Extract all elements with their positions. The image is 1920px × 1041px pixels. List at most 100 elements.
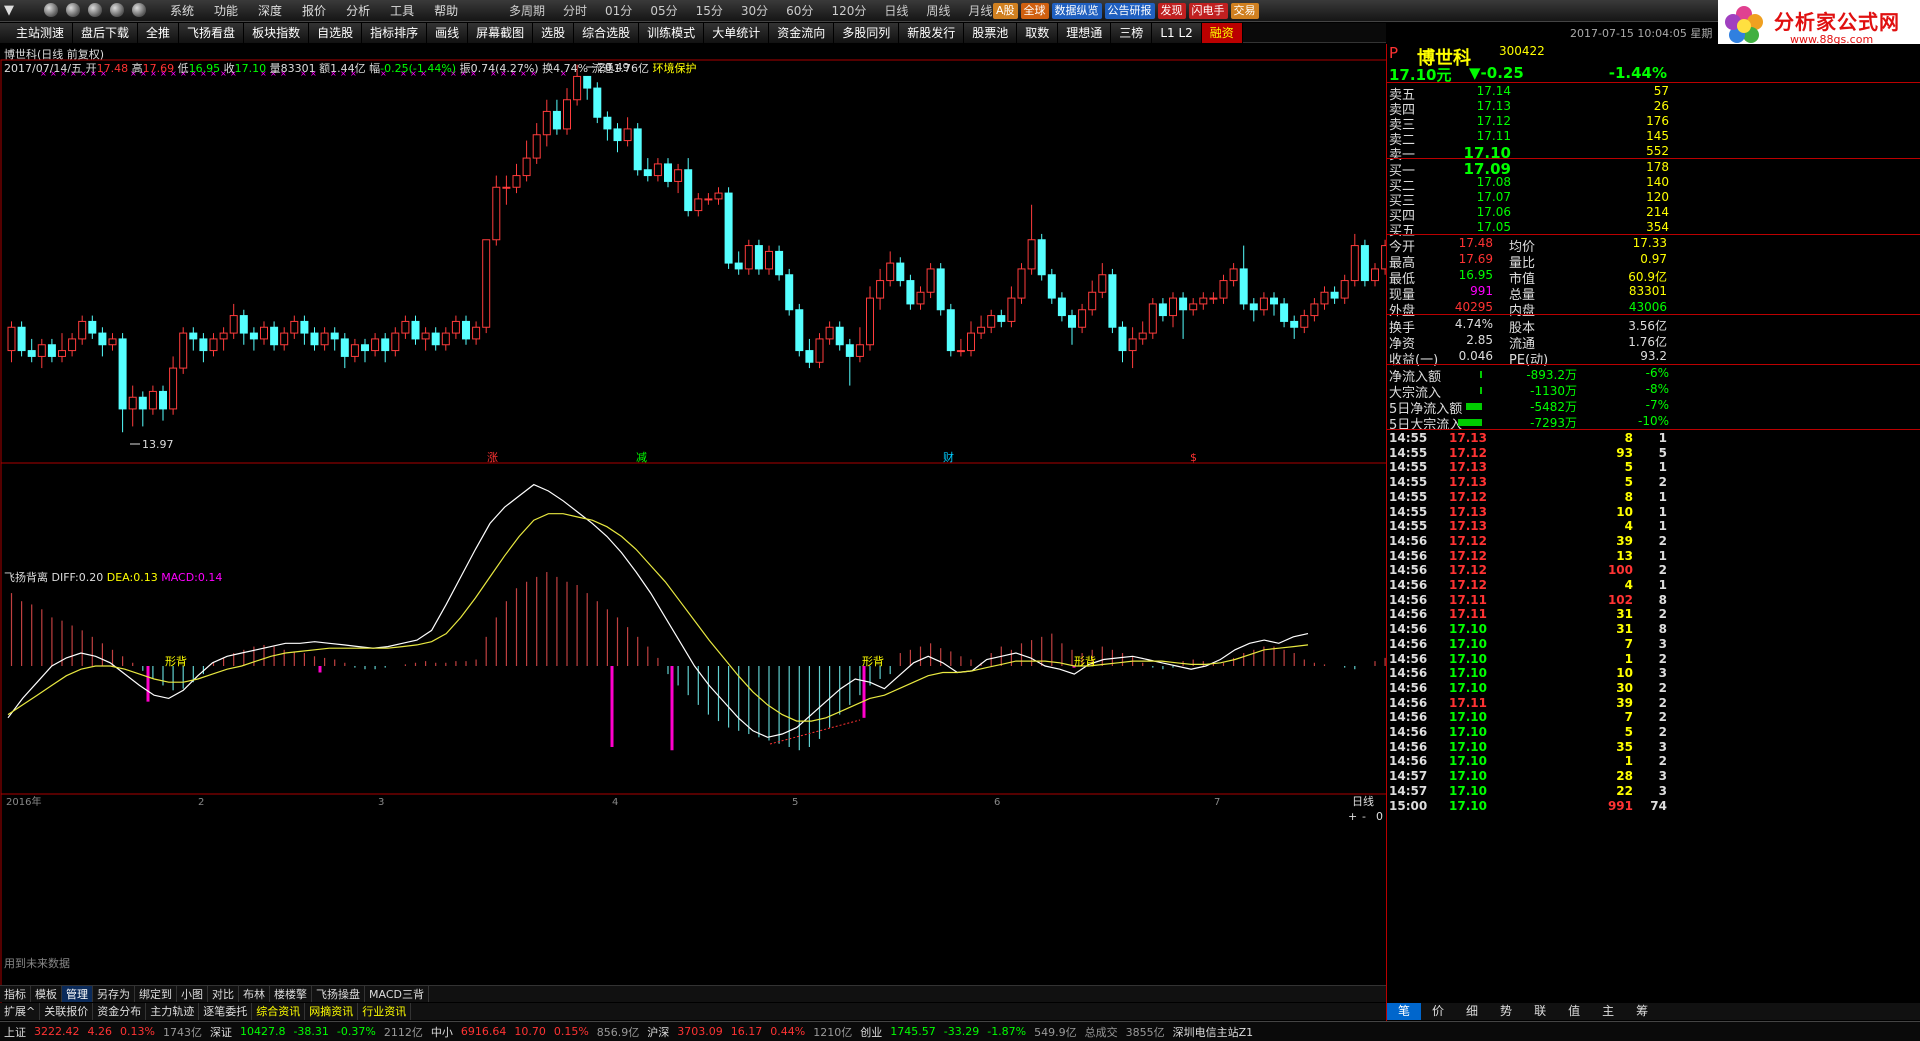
toolbar-button[interactable]: 训练模式 bbox=[639, 23, 705, 43]
window-button[interactable] bbox=[66, 3, 80, 17]
menu-item[interactable]: 帮助 bbox=[424, 0, 468, 22]
toolbar-button[interactable]: 大单统计 bbox=[704, 23, 770, 43]
zoom-button[interactable]: + bbox=[1348, 810, 1357, 823]
toolbar-button[interactable]: 自选股 bbox=[309, 23, 363, 43]
period-item[interactable]: 30分 bbox=[732, 0, 777, 22]
period-item[interactable]: 周线 bbox=[917, 0, 959, 22]
period-label[interactable]: 日线 bbox=[1352, 794, 1374, 808]
feature-button[interactable]: A股 bbox=[993, 3, 1018, 19]
indicator-tab[interactable]: 绑定到 bbox=[135, 986, 177, 1002]
right-panel-tab[interactable]: 主 bbox=[1591, 1003, 1625, 1020]
right-panel-tab[interactable]: 筹 bbox=[1625, 1003, 1659, 1020]
zx-index-label[interactable]: 中小 bbox=[427, 1024, 457, 1040]
toolbar-button[interactable]: 指标排序 bbox=[362, 23, 428, 43]
menu-item[interactable]: 报价 bbox=[292, 0, 336, 22]
event-marker[interactable]: 涨 bbox=[487, 451, 498, 464]
indicator-tab[interactable]: 小图 bbox=[177, 986, 208, 1002]
toolbar-button[interactable]: 盘后下载 bbox=[73, 23, 139, 43]
right-panel-tab[interactable]: 势 bbox=[1489, 1003, 1523, 1020]
toolbar-button[interactable]: 三榜 bbox=[1111, 23, 1153, 43]
right-panel-tab[interactable]: 笔 bbox=[1387, 1003, 1422, 1020]
feature-button[interactable]: 闪电手 bbox=[1188, 3, 1228, 19]
toolbar-button[interactable]: 选股 bbox=[533, 23, 575, 43]
period-item[interactable]: 日线 bbox=[875, 0, 917, 22]
menu-item[interactable]: 系统 bbox=[160, 0, 204, 22]
period-item[interactable]: 15分 bbox=[687, 0, 732, 22]
toolbar-button[interactable]: 新股发行 bbox=[899, 23, 965, 43]
feature-button[interactable]: 全球 bbox=[1020, 3, 1049, 19]
toolbar-button[interactable]: L1 L2 bbox=[1152, 23, 1202, 43]
indicator-tab[interactable]: 楼楼擎 bbox=[270, 986, 312, 1002]
toolbar-button[interactable]: 综合选股 bbox=[574, 23, 640, 43]
right-panel-tab[interactable]: 细 bbox=[1455, 1003, 1489, 1020]
candle-body bbox=[451, 320, 460, 334]
indicator-name[interactable]: 飞扬背离 bbox=[4, 571, 48, 584]
hs-index-label[interactable]: 沪深 bbox=[643, 1024, 673, 1040]
station-info[interactable]: 深圳电信主站Z1 bbox=[1169, 1024, 1258, 1040]
info-tab[interactable]: 关联报价 bbox=[40, 1003, 94, 1020]
indicator-tab[interactable]: 指标 bbox=[0, 986, 31, 1002]
menu-item[interactable]: 分析 bbox=[336, 0, 380, 22]
info-tab[interactable]: 扩展^ bbox=[0, 1003, 41, 1020]
toolbar-button[interactable]: 板块指数 bbox=[244, 23, 310, 43]
window-button[interactable] bbox=[44, 3, 58, 17]
toolbar-button[interactable]: 融资 bbox=[1201, 23, 1243, 43]
menu-item[interactable]: 工具 bbox=[380, 0, 424, 22]
period-item[interactable]: 60分 bbox=[777, 0, 822, 22]
cy-index-label[interactable]: 创业 bbox=[856, 1024, 886, 1040]
period-item[interactable]: 01分 bbox=[596, 0, 641, 22]
toolbar-button[interactable]: 主站测速 bbox=[0, 23, 74, 43]
feature-button[interactable]: 数据纵览 bbox=[1051, 3, 1102, 19]
info-tab[interactable]: 逐笔委托 bbox=[199, 1003, 253, 1020]
toolbar-button[interactable]: 屏幕截图 bbox=[468, 23, 534, 43]
toolbar-button[interactable]: 取数 bbox=[1017, 23, 1059, 43]
window-button[interactable] bbox=[110, 3, 124, 17]
window-button[interactable] bbox=[132, 3, 146, 17]
tick-count: 2 bbox=[1658, 695, 1667, 710]
indicator-tab[interactable]: 模板 bbox=[31, 986, 62, 1002]
info-tab[interactable]: 主力轨迹 bbox=[146, 1003, 200, 1020]
right-panel-tab[interactable]: 值 bbox=[1557, 1003, 1591, 1020]
window-button[interactable] bbox=[88, 3, 102, 17]
info-tab[interactable]: 网摘资讯 bbox=[305, 1003, 359, 1020]
event-marker[interactable]: 财 bbox=[943, 450, 954, 464]
sz-index-label[interactable]: 深证 bbox=[206, 1024, 236, 1040]
feature-button[interactable]: 发现 bbox=[1157, 3, 1186, 19]
indicator-tab[interactable]: 另存为 bbox=[93, 986, 135, 1002]
toolbar-button[interactable]: 资金流向 bbox=[769, 23, 835, 43]
indicator-tab[interactable]: 管理 bbox=[62, 986, 93, 1002]
tick-time: 14:55 bbox=[1389, 460, 1428, 475]
period-item[interactable]: 05分 bbox=[641, 0, 686, 22]
toolbar-button[interactable]: 股票池 bbox=[964, 23, 1018, 43]
menu-item[interactable]: 深度 bbox=[248, 0, 292, 22]
toolbar-button[interactable]: 画线 bbox=[427, 23, 469, 43]
event-marker[interactable]: 减 bbox=[636, 451, 647, 464]
period-item[interactable]: 120分 bbox=[822, 0, 875, 22]
period-item[interactable]: 多周期 bbox=[500, 0, 554, 22]
right-panel-tab[interactable]: 价 bbox=[1421, 1003, 1455, 1020]
feature-button[interactable]: 交易 bbox=[1230, 3, 1259, 19]
event-marker[interactable]: $ bbox=[1190, 451, 1197, 464]
right-panel-tab[interactable]: 联 bbox=[1523, 1003, 1557, 1020]
info-tab[interactable]: 行业资讯 bbox=[358, 1003, 412, 1020]
indicator-tab[interactable]: 飞扬操盘 bbox=[312, 986, 365, 1002]
indicator-tab[interactable]: MACD三背 bbox=[365, 986, 429, 1002]
info-tab[interactable]: 资金分布 bbox=[93, 1003, 147, 1020]
toolbar-button[interactable]: 飞扬看盘 bbox=[179, 23, 245, 43]
app-menu-icon[interactable]: ▼ bbox=[4, 3, 14, 18]
feature-button[interactable]: 公告研报 bbox=[1104, 3, 1155, 19]
info-tab[interactable]: 综合资讯 bbox=[252, 1003, 306, 1020]
brand-title: 分析家公式网 bbox=[1774, 10, 1900, 34]
toolbar-button[interactable]: 全推 bbox=[138, 23, 180, 43]
toolbar-button[interactable]: 理想通 bbox=[1058, 23, 1112, 43]
toolbar-button[interactable]: 多股同列 bbox=[834, 23, 900, 43]
period-item[interactable]: 分时 bbox=[554, 0, 596, 22]
zoom-button[interactable]: - bbox=[1362, 810, 1366, 823]
sector-tag[interactable]: 环境保护 bbox=[653, 62, 697, 75]
sh-index-label[interactable]: 上证 bbox=[0, 1024, 30, 1040]
menu-item[interactable]: 功能 bbox=[204, 0, 248, 22]
indicator-tab[interactable]: 布林 bbox=[239, 986, 270, 1002]
zoom-button[interactable]: 0 bbox=[1376, 810, 1383, 823]
indicator-tab[interactable]: 对比 bbox=[208, 986, 239, 1002]
candle-body bbox=[573, 75, 582, 101]
